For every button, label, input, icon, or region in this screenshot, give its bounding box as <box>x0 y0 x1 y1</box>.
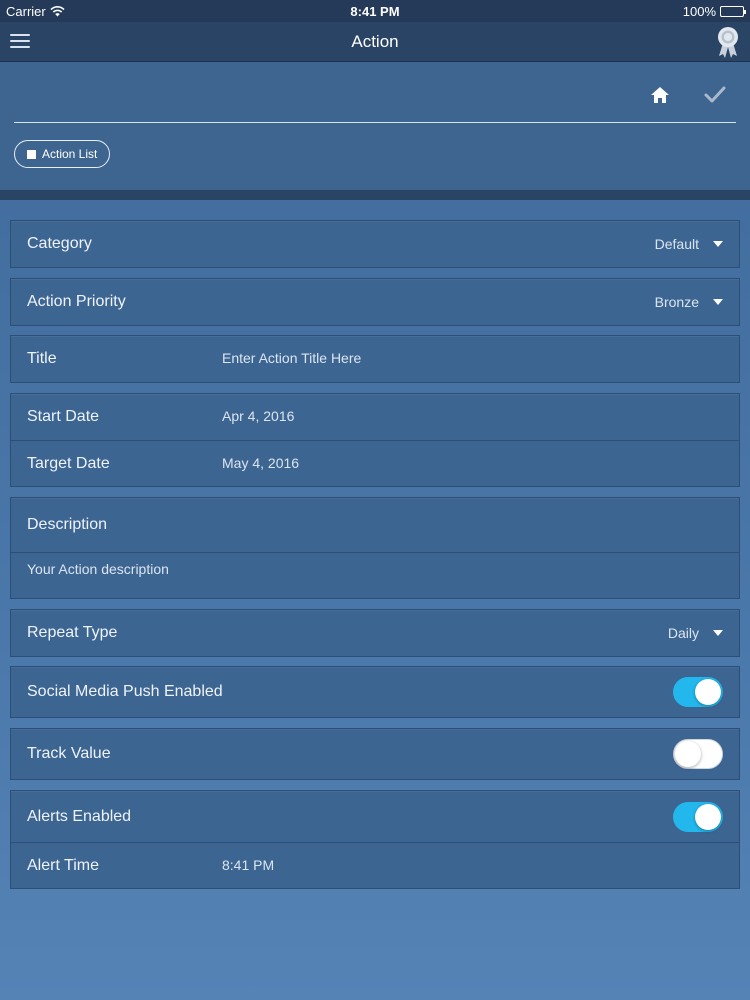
chevron-down-icon <box>713 630 723 636</box>
target-date-value: May 4, 2016 <box>222 455 300 471</box>
repeat-type-row[interactable]: Repeat Type Daily <box>11 610 739 656</box>
start-date-value: Apr 4, 2016 <box>222 408 295 424</box>
social-push-toggle[interactable] <box>673 677 723 707</box>
category-card: Category Default <box>10 220 740 268</box>
chevron-down-icon <box>713 299 723 305</box>
alerts-row: Alerts Enabled <box>11 791 739 842</box>
category-dropdown[interactable]: Default <box>655 236 723 252</box>
target-date-label: Target Date <box>27 454 110 472</box>
carrier-label: Carrier <box>6 3 46 19</box>
priority-card: Action Priority Bronze <box>10 278 740 326</box>
alert-time-value: 8:41 PM <box>222 857 275 873</box>
category-label: Category <box>27 235 92 252</box>
repeat-type-dropdown[interactable]: Daily <box>668 625 723 641</box>
home-icon[interactable] <box>648 84 672 106</box>
track-value-label: Track Value <box>27 745 111 762</box>
description-header: Description <box>11 498 739 552</box>
battery-icon <box>720 5 746 17</box>
header-panel: Action List <box>0 62 750 190</box>
priority-row[interactable]: Action Priority Bronze <box>11 279 739 325</box>
description-card: Description Your Action description <box>10 497 740 599</box>
award-icon[interactable] <box>714 25 742 59</box>
alert-time-label: Alert Time <box>27 856 100 874</box>
repeat-type-card: Repeat Type Daily <box>10 609 740 657</box>
title-label: Title <box>27 350 57 367</box>
alerts-toggle[interactable] <box>673 801 723 832</box>
wifi-icon <box>50 5 65 16</box>
social-push-label: Social Media Push Enabled <box>27 683 223 700</box>
alerts-card: Alerts Enabled Alert Time 8:41 PM <box>10 790 740 889</box>
checkmark-icon[interactable] <box>703 84 727 106</box>
menu-icon[interactable] <box>10 34 30 50</box>
status-right: 100% <box>682 3 746 19</box>
status-time: 8:41 PM <box>350 3 400 19</box>
track-value-toggle[interactable] <box>673 739 723 769</box>
start-date-row[interactable]: Start Date Apr 4, 2016 <box>11 394 739 440</box>
category-row[interactable]: Category Default <box>11 221 739 267</box>
description-label: Description <box>27 516 108 533</box>
status-bar: Carrier 8:41 PM 100% <box>0 0 750 22</box>
section-divider <box>0 190 750 200</box>
repeat-type-value: Daily <box>667 625 699 641</box>
nav-bar: Action <box>0 22 750 62</box>
action-list-label: Action List <box>42 147 98 161</box>
title-input[interactable]: Enter Action Title Here <box>222 350 361 366</box>
priority-value: Bronze <box>654 294 699 310</box>
category-value: Default <box>654 236 699 252</box>
start-date-label: Start Date <box>27 408 100 425</box>
chevron-down-icon <box>713 241 723 247</box>
description-input[interactable]: Your Action description <box>11 552 739 598</box>
priority-label: Action Priority <box>27 293 126 310</box>
alerts-label: Alerts Enabled <box>27 807 132 825</box>
title-row: Title Enter Action Title Here <box>11 336 739 382</box>
nav-title: Action <box>351 31 399 51</box>
social-push-card: Social Media Push Enabled <box>10 666 740 718</box>
repeat-type-label: Repeat Type <box>27 624 118 641</box>
action-list-button[interactable]: Action List <box>14 140 111 168</box>
track-value-row: Track Value <box>11 729 739 779</box>
header-divider <box>14 122 736 123</box>
dates-card: Start Date Apr 4, 2016 Target Date May 4… <box>10 393 740 487</box>
status-left: Carrier <box>6 4 65 19</box>
track-value-card: Track Value <box>10 728 740 780</box>
battery-percent: 100% <box>682 3 716 19</box>
title-card: Title Enter Action Title Here <box>10 335 740 383</box>
target-date-row[interactable]: Target Date May 4, 2016 <box>11 440 739 486</box>
priority-dropdown[interactable]: Bronze <box>655 294 723 310</box>
alert-time-row[interactable]: Alert Time 8:41 PM <box>11 842 739 888</box>
social-push-row: Social Media Push Enabled <box>11 667 739 717</box>
square-icon <box>27 149 36 159</box>
